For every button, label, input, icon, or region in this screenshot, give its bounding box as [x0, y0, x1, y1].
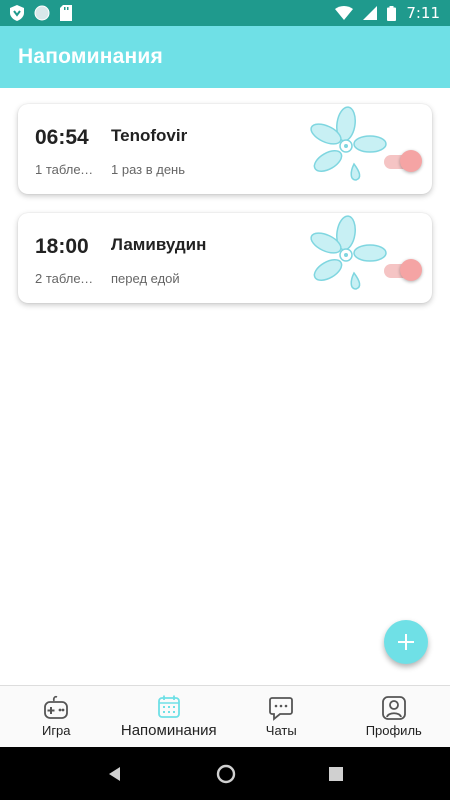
home-icon[interactable]	[216, 764, 236, 784]
toggle-knob	[400, 259, 422, 281]
reminder-frequency: 1 раз в день	[111, 162, 186, 177]
flower-decoration-icon	[310, 215, 387, 290]
plus-icon	[398, 634, 414, 650]
bottom-navigation: Игра Напоминания Чаты Профиль	[0, 685, 450, 747]
back-icon[interactable]	[107, 766, 123, 782]
reminder-card[interactable]: 18:00 Ламивудин 2 таблетки перед едой	[18, 213, 432, 303]
recents-icon[interactable]	[329, 766, 344, 781]
reminder-medicine-name: Tenofovir	[111, 126, 188, 145]
nav-item-profile[interactable]: Профиль	[338, 686, 450, 747]
nav-item-reminders[interactable]: Напоминания	[113, 686, 226, 747]
signal-icon	[363, 6, 378, 20]
reminder-card[interactable]: 06:54 Tenofovir 1 таблетка 1 раз в день	[18, 104, 432, 194]
page-title: Напоминания	[18, 45, 163, 68]
flower-decoration-icon	[310, 106, 387, 181]
status-bar: 7:11	[0, 0, 450, 26]
nav-label: Чаты	[265, 723, 297, 738]
chat-icon	[269, 697, 294, 721]
circle-icon	[34, 5, 50, 21]
reminder-medicine-name: Ламивудин	[111, 235, 207, 254]
battery-icon	[387, 5, 397, 21]
nav-label: Напоминания	[120, 722, 217, 739]
add-reminder-button[interactable]	[384, 620, 428, 664]
reminder-note: перед едой	[111, 271, 180, 286]
nav-item-game[interactable]: Игра	[0, 686, 113, 747]
gamepad-icon	[44, 695, 69, 719]
wifi-icon	[335, 6, 354, 20]
calendar-icon	[157, 695, 180, 718]
reminder-dose: 2 таблетки	[35, 271, 97, 286]
reminder-dose: 1 таблетка	[35, 162, 97, 177]
nav-item-chats[interactable]: Чаты	[225, 686, 338, 747]
shield-icon	[10, 5, 24, 21]
reminder-toggle[interactable]	[384, 150, 422, 172]
app-bar: Напоминания	[0, 26, 450, 88]
profile-icon	[381, 696, 406, 720]
system-navigation-bar	[0, 747, 450, 800]
nav-label: Игра	[41, 723, 71, 738]
nav-label: Профиль	[365, 723, 422, 738]
sd-card-icon	[60, 5, 72, 21]
reminder-toggle[interactable]	[384, 259, 422, 281]
reminder-time: 18:00	[35, 235, 89, 258]
status-time: 7:11	[406, 4, 440, 22]
reminder-time: 06:54	[35, 126, 89, 149]
toggle-knob	[400, 150, 422, 172]
